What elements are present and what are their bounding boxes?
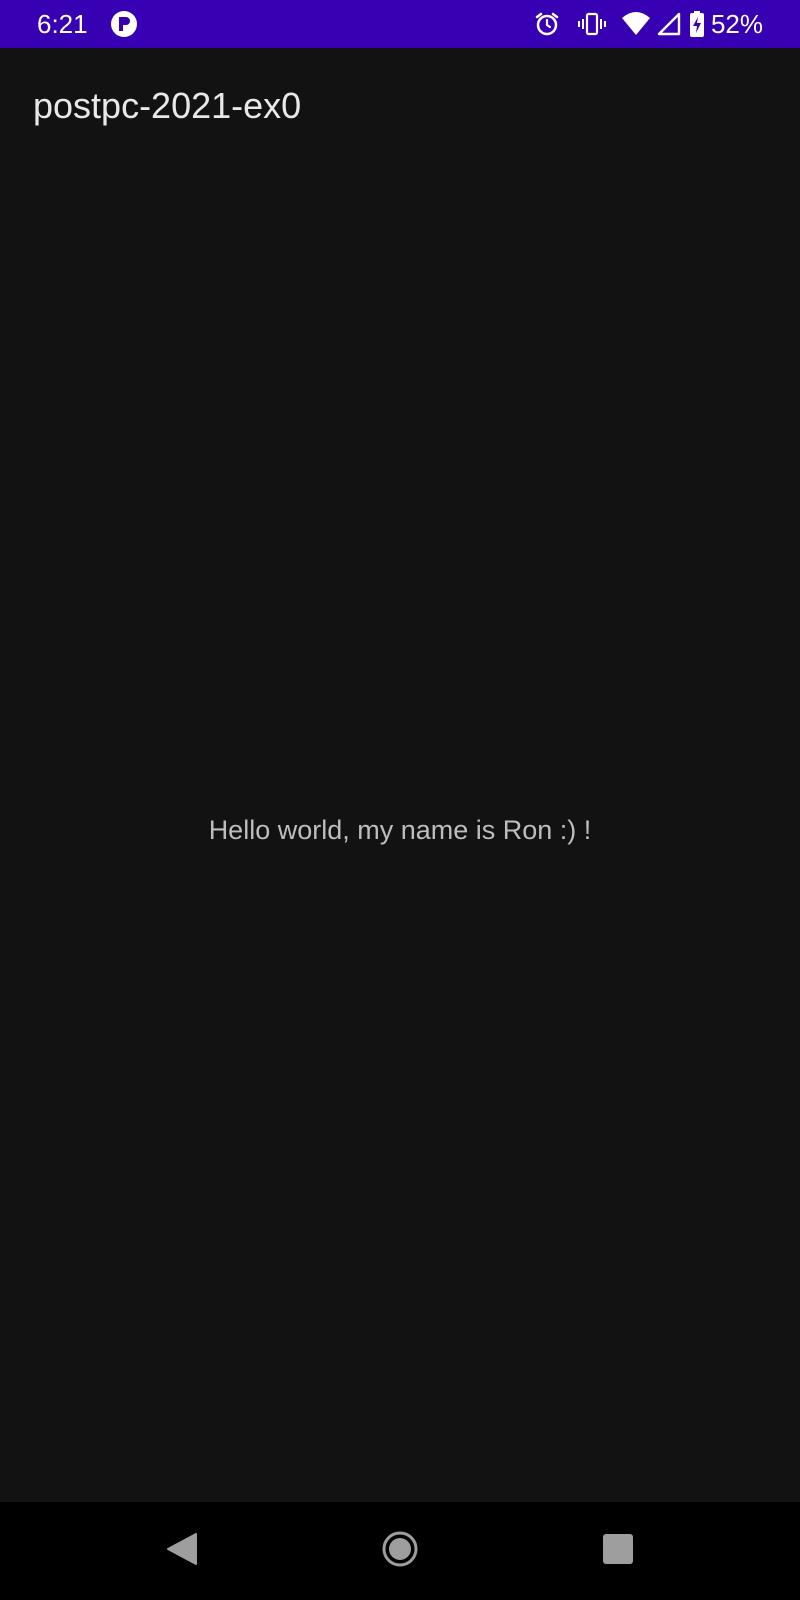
alarm-icon <box>533 10 561 38</box>
home-button[interactable] <box>380 1531 420 1571</box>
home-icon <box>381 1530 419 1573</box>
app-notification-icon <box>110 10 138 38</box>
cell-signal-icon <box>655 10 681 38</box>
app-bar: postpc-2021-ex0 <box>0 48 800 160</box>
back-button[interactable] <box>162 1531 202 1571</box>
battery-percent: 52% <box>710 9 763 39</box>
back-icon <box>165 1531 199 1572</box>
status-bar: 6:21 52% <box>0 0 800 48</box>
battery-charging-icon <box>689 10 705 38</box>
greeting-text: Hello world, my name is Ron :) ! <box>208 815 592 845</box>
app-title: postpc-2021-ex0 <box>33 85 302 126</box>
main-content: Hello world, my name is Ron :) ! <box>0 160 800 1502</box>
recents-button[interactable] <box>598 1531 638 1571</box>
recents-icon <box>602 1533 634 1570</box>
navigation-bar <box>0 1502 800 1600</box>
status-icons: 52% <box>533 9 763 39</box>
vibrate-icon <box>577 10 607 38</box>
status-time: 6:21 <box>37 9 88 39</box>
app-screen: 6:21 52% postpc-2021-ex0 Hello world, my… <box>0 0 800 1600</box>
wifi-icon <box>621 10 651 38</box>
